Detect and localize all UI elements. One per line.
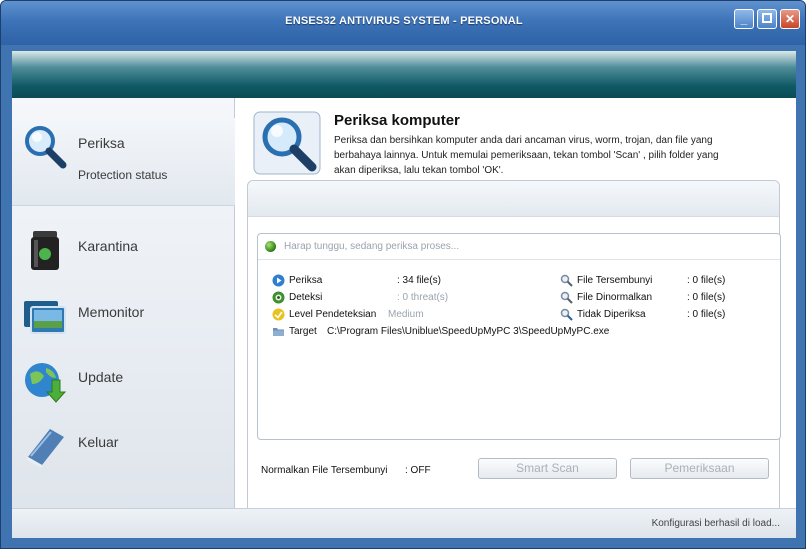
sidebar-item-label: Keluar bbox=[78, 434, 119, 450]
target-label: Target bbox=[289, 326, 317, 337]
target-path: C:\Program Files\Uniblue\SpeedUpMyPC 3\S… bbox=[327, 326, 610, 337]
stat-label: Level Pendeteksian bbox=[289, 309, 377, 320]
client-area: Periksa Protection status Karantina Memo… bbox=[12, 98, 796, 538]
stat-label: Periksa bbox=[289, 275, 323, 286]
stat-value: : 0 file(s) bbox=[687, 292, 726, 303]
sidebar-item-label: Karantina bbox=[78, 238, 138, 254]
play-icon bbox=[272, 274, 285, 287]
scan-status-text: Harap tunggu, sedang periksa proses... bbox=[284, 241, 460, 252]
app-window: ENSES32 ANTIVIRUS SYSTEM - PERSONAL _ ✕ … bbox=[0, 0, 806, 549]
sidebar-item-update[interactable]: Update bbox=[12, 352, 235, 408]
sidebar: Periksa Protection status Karantina Memo… bbox=[12, 98, 235, 538]
sidebar-item-sublabel: Protection status bbox=[78, 168, 168, 182]
normalize-option-value: : OFF bbox=[405, 465, 431, 476]
page-description: Periksa dan bersihkan komputer anda dari… bbox=[334, 135, 719, 176]
status-message: Konfigurasi berhasil di load... bbox=[651, 518, 780, 529]
title-bar[interactable]: ENSES32 ANTIVIRUS SYSTEM - PERSONAL _ ✕ bbox=[1, 1, 805, 45]
eye-icon bbox=[272, 291, 285, 304]
trash-bin-icon bbox=[31, 231, 59, 270]
scan-progress-box: Harap tunggu, sedang periksa proses... P… bbox=[257, 233, 781, 440]
page-title: Periksa komputer bbox=[334, 112, 460, 129]
search-icon bbox=[560, 274, 573, 287]
stat-value: : 34 file(s) bbox=[397, 275, 441, 286]
book-icon bbox=[27, 429, 64, 468]
sidebar-item-label: Memonitor bbox=[78, 304, 145, 320]
sidebar-item-keluar[interactable]: Keluar bbox=[12, 417, 235, 473]
level-icon bbox=[272, 308, 285, 321]
magnifier-icon bbox=[253, 111, 321, 175]
smart-scan-button[interactable]: Smart Scan bbox=[478, 458, 617, 479]
stat-label: Deteksi bbox=[289, 292, 323, 303]
sidebar-item-karantina[interactable]: Karantina bbox=[12, 221, 235, 277]
monitor-icon bbox=[24, 301, 66, 334]
sidebar-item-label: Update bbox=[78, 369, 124, 385]
maximize-button[interactable] bbox=[757, 9, 777, 29]
magnifier-icon bbox=[25, 126, 67, 169]
sidebar-item-memonitor[interactable]: Memonitor bbox=[12, 287, 235, 343]
stat-label: File Dinormalkan bbox=[577, 292, 653, 303]
stat-value: : 0 threat(s) bbox=[397, 292, 449, 303]
header-banner bbox=[12, 51, 796, 98]
search-icon bbox=[560, 291, 573, 304]
window-title: ENSES32 ANTIVIRUS SYSTEM - PERSONAL bbox=[285, 15, 523, 27]
window-bottom-frame bbox=[1, 538, 805, 548]
status-bar: Konfigurasi berhasil di load... bbox=[12, 508, 796, 538]
folder-icon bbox=[273, 328, 284, 336]
panel-header bbox=[248, 181, 779, 217]
stat-value: : 0 file(s) bbox=[687, 309, 726, 320]
minimize-button[interactable]: _ bbox=[734, 9, 754, 29]
maximize-icon bbox=[762, 13, 772, 23]
scan-panel: Harap tunggu, sedang periksa proses... P… bbox=[247, 180, 781, 516]
pemeriksaan-button[interactable]: Pemeriksaan bbox=[630, 458, 769, 479]
sidebar-item-label: Periksa bbox=[78, 135, 125, 151]
search-person-icon bbox=[560, 308, 573, 321]
scan-status-bar: Harap tunggu, sedang periksa proses... bbox=[258, 234, 780, 260]
normalize-option-label: Normalkan File Tersembunyi bbox=[261, 465, 388, 476]
stat-label: File Tersembunyi bbox=[577, 275, 653, 286]
close-button[interactable]: ✕ bbox=[780, 9, 800, 29]
sidebar-item-periksa[interactable]: Periksa Protection status bbox=[12, 118, 235, 206]
status-indicator-icon bbox=[265, 241, 276, 252]
stat-value: Medium bbox=[388, 309, 424, 320]
stat-value: : 0 file(s) bbox=[687, 275, 726, 286]
stat-label: Tidak Diperiksa bbox=[577, 309, 646, 320]
globe-download-icon bbox=[25, 363, 67, 403]
